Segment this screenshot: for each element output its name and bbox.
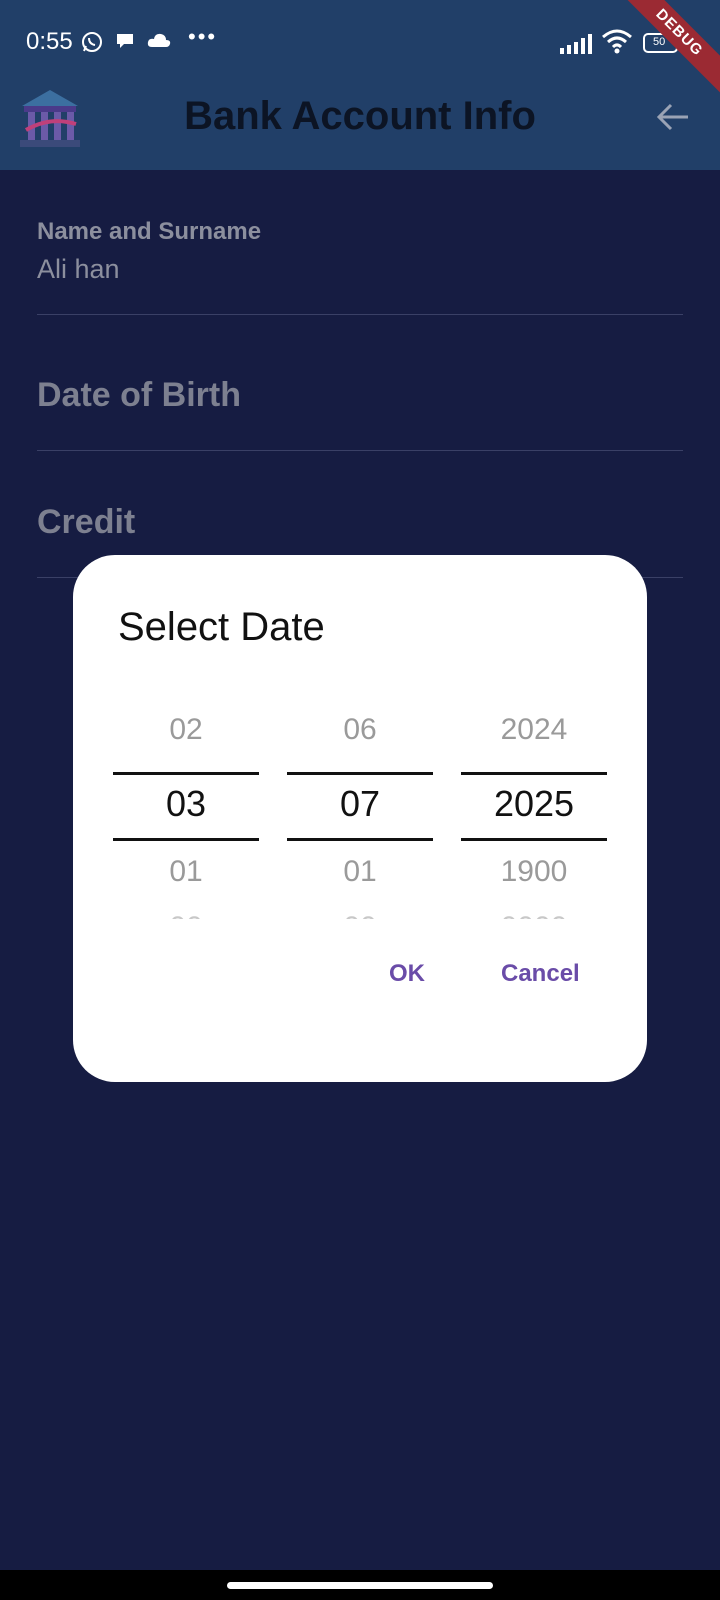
app-bar: 0:55 ••• 50 DEBUG Bank Account Info (0, 0, 720, 170)
year-bottom-divider (461, 838, 607, 841)
credit-label: Credit (37, 503, 136, 541)
signal-icon (560, 32, 594, 59)
cloud-icon (146, 30, 172, 55)
year-prev[interactable]: 2024 (461, 713, 607, 747)
ok-button[interactable]: OK (389, 960, 425, 988)
month-prev[interactable]: 06 (287, 713, 433, 747)
page-title: Bank Account Info (184, 94, 536, 138)
date-of-birth-label: Date of Birth (37, 376, 241, 414)
back-arrow-icon[interactable] (656, 102, 690, 137)
battery-level: 50 (653, 36, 666, 48)
month-bottom-divider (287, 838, 433, 841)
name-field[interactable]: Name and Surname Ali han (37, 218, 683, 315)
home-indicator[interactable] (227, 1582, 493, 1589)
month-top-divider (287, 772, 433, 775)
month-next[interactable]: 01 (287, 855, 433, 889)
chat-bubble-icon (114, 30, 136, 57)
year-top-divider (461, 772, 607, 775)
day-faded: 00 (113, 911, 259, 919)
year-selected[interactable]: 2025 (461, 783, 607, 825)
dialog-title: Select Date (118, 605, 325, 649)
date-of-birth-field[interactable]: Date of Birth (37, 376, 683, 451)
whatsapp-icon (80, 30, 104, 59)
cancel-button[interactable]: Cancel (501, 960, 580, 988)
day-prev[interactable]: 02 (113, 713, 259, 747)
name-label: Name and Surname (37, 218, 262, 245)
status-time: 0:55 (26, 28, 73, 55)
day-top-divider (113, 772, 259, 775)
more-notifications-icon: ••• (188, 24, 218, 49)
month-selected[interactable]: 07 (287, 783, 433, 825)
day-bottom-divider (113, 838, 259, 841)
year-next[interactable]: 1900 (461, 855, 607, 889)
year-faded: 0000 (461, 911, 607, 919)
day-next[interactable]: 01 (113, 855, 259, 889)
name-value: Ali han (37, 254, 120, 284)
month-faded: 00 (287, 911, 433, 919)
date-picker-dialog: Select Date 02 03 01 00 06 07 01 00 2024… (73, 555, 647, 1082)
day-selected[interactable]: 03 (113, 783, 259, 825)
status-bar: 0:55 ••• 50 (0, 0, 720, 88)
wifi-icon (601, 28, 633, 59)
